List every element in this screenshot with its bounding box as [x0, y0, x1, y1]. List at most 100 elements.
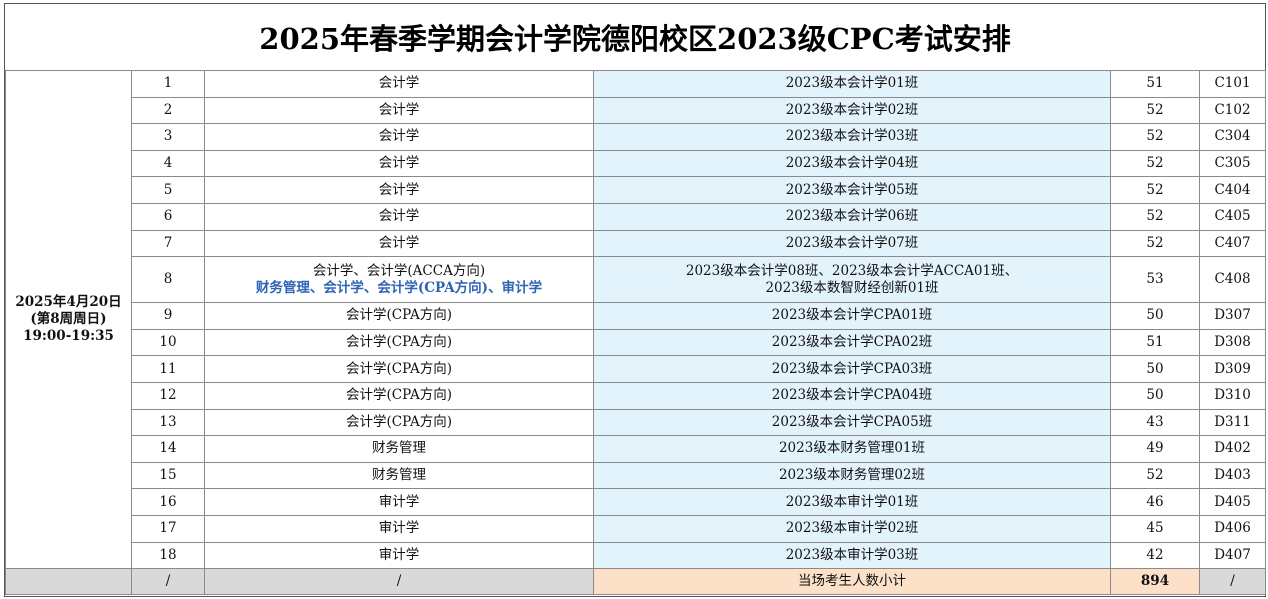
major-cell: 会计学	[204, 176, 594, 204]
major-cell: 会计学	[204, 229, 594, 258]
table-row: 2 会计学 2023级本会计学02班 52 C102	[6, 96, 1266, 125]
class-name-line: 2023级本数智财经创新01班	[765, 279, 939, 296]
exam-date: 2025年4月20日	[15, 294, 122, 311]
room-cell: D407	[1199, 541, 1266, 570]
student-count-cell: 50	[1110, 355, 1200, 383]
class-name-cell: 2023级本会计学08班、2023级本会计学ACCA01班、 2023级本数智财经…	[593, 256, 1111, 304]
class-name-cell: 2023级本财务管理01班	[593, 435, 1111, 463]
major-cell: 审计学	[204, 488, 594, 516]
row-number-cell: 17	[131, 514, 205, 543]
row-number-cell: 13	[131, 408, 205, 437]
class-name-cell: 2023级本会计学CPA03班	[593, 355, 1111, 383]
room-cell: C305	[1199, 149, 1266, 178]
student-count-cell: 49	[1110, 435, 1200, 463]
class-name-cell: 2023级本会计学CPA05班	[593, 408, 1111, 437]
room-cell: D310	[1199, 381, 1266, 410]
major-line: 会计学、会计学(ACCA方向)	[312, 262, 486, 279]
room-cell: D308	[1199, 328, 1266, 357]
student-count-cell: 52	[1110, 202, 1200, 231]
class-name-cell: 2023级本审计学02班	[593, 514, 1111, 543]
row-number-cell: 14	[131, 435, 205, 463]
table-row: 17 审计学 2023级本审计学02班 45 D406	[6, 514, 1266, 543]
exam-time: 19:00-19:35	[23, 328, 114, 345]
student-count-cell: 43	[1110, 408, 1200, 437]
class-name-line: 2023级本会计学08班、2023级本会计学ACCA01班、	[685, 262, 1019, 279]
table-row: 18 审计学 2023级本审计学03班 42 D407	[6, 541, 1266, 570]
student-count-cell: 52	[1110, 461, 1200, 490]
room-cell: C407	[1199, 229, 1266, 258]
room-cell: D307	[1199, 302, 1266, 330]
total-no-cell: /	[131, 568, 205, 596]
table-row: 2025年4月20日 (第8周周日) 19:00-19:35 1 会计学 2023级…	[5, 69, 1266, 570]
table-row: 7 会计学 2023级本会计学07班 52 C407	[6, 229, 1266, 258]
class-name-cell: 2023级本会计学CPA02班	[593, 328, 1111, 357]
row-number-cell: 18	[131, 541, 205, 570]
major-line-highlight: 财务管理、会计学、会计学(CPA方向)、审计学	[255, 279, 543, 296]
table-row: 6 会计学 2023级本会计学06班 52 C405	[6, 202, 1266, 231]
major-cell: 会计学(CPA方向)	[204, 381, 594, 410]
room-cell: D405	[1199, 488, 1266, 516]
class-name-cell: 2023级本会计学01班	[593, 70, 1111, 98]
total-empty-cell	[5, 568, 132, 596]
class-name-cell: 2023级本会计学04班	[593, 149, 1111, 178]
student-count-cell: 50	[1110, 381, 1200, 410]
table-row: 15 财务管理 2023级本财务管理02班 52 D403	[6, 461, 1266, 490]
room-cell: C404	[1199, 176, 1266, 204]
room-cell: C304	[1199, 123, 1266, 151]
student-count-cell: 52	[1110, 123, 1200, 151]
sheet-title: 2025年春季学期会计学院德阳校区2023级CPC考试安排	[5, 4, 1265, 71]
student-count-cell: 45	[1110, 514, 1200, 543]
major-cell: 财务管理	[204, 461, 594, 490]
row-number-cell: 12	[131, 381, 205, 410]
row-number-cell: 15	[131, 461, 205, 490]
major-cell: 会计学(CPA方向)	[204, 328, 594, 357]
table-row: 16 审计学 2023级本审计学01班 46 D405	[6, 488, 1266, 516]
total-row: / / 当场考生人数小计 894/	[5, 568, 1266, 596]
student-count-cell: 51	[1110, 70, 1200, 98]
major-cell: 会计学(CPA方向)	[204, 355, 594, 383]
class-name-cell: 2023级本会计学03班	[593, 123, 1111, 151]
total-label-cell: 当场考生人数小计	[593, 568, 1111, 596]
major-cell: 审计学	[204, 541, 594, 570]
class-name-cell: 2023级本会计学05班	[593, 176, 1111, 204]
room-cell: C102	[1199, 96, 1266, 125]
student-count-cell: 52	[1110, 96, 1200, 125]
student-count-cell: 46	[1110, 488, 1200, 516]
major-cell: 财务管理	[204, 435, 594, 463]
student-count-cell: 52	[1110, 149, 1200, 178]
table-row: 10 会计学(CPA方向) 2023级本会计学CPA02班 51 D308	[6, 328, 1266, 357]
major-cell: 会计学	[204, 123, 594, 151]
table-row: 12 会计学(CPA方向) 2023级本会计学CPA04班 50 D310	[6, 381, 1266, 410]
student-count-cell: 52	[1110, 229, 1200, 258]
class-name-cell: 2023级本财务管理02班	[593, 461, 1111, 490]
table-row: 14 财务管理 2023级本财务管理01班 49 D402	[6, 435, 1266, 463]
table-row: 9 会计学(CPA方向) 2023级本会计学CPA01班 50 D307	[6, 302, 1266, 330]
class-name-cell: 2023级本会计学CPA01班	[593, 302, 1111, 330]
row-number-cell: 10	[131, 328, 205, 357]
class-name-cell: 2023级本会计学CPA04班	[593, 381, 1111, 410]
row-number-cell: 8	[131, 256, 205, 304]
major-cell: 审计学	[204, 514, 594, 543]
row-number-cell: 7	[131, 229, 205, 258]
class-name-cell: 2023级本审计学01班	[593, 488, 1111, 516]
table-body: 2025年4月20日 (第8周周日) 19:00-19:35 1 会计学 2023级…	[5, 69, 1266, 596]
major-cell: 会计学	[204, 70, 594, 98]
student-count-cell: 53	[1110, 256, 1200, 304]
table-row: 4 会计学 2023级本会计学04班 52 C305	[6, 149, 1266, 178]
room-cell: D311	[1199, 408, 1266, 437]
total-major-cell: /	[204, 568, 594, 596]
class-name-cell: 2023级本审计学03班	[593, 541, 1111, 570]
row-number-cell: 9	[131, 302, 205, 330]
table-row: 3 会计学 2023级本会计学03班 52 C304	[6, 123, 1266, 151]
major-cell: 会计学(CPA方向)	[204, 408, 594, 437]
major-cell: 会计学	[204, 96, 594, 125]
major-cell: 会计学	[204, 149, 594, 178]
class-name-cell: 2023级本会计学06班	[593, 202, 1111, 231]
room-cell: D309	[1199, 355, 1266, 383]
student-count-cell: 52	[1110, 176, 1200, 204]
total-value-cell: 894	[1110, 568, 1200, 596]
major-cell: 会计学(CPA方向)	[204, 302, 594, 330]
major-cell: 会计学	[204, 202, 594, 231]
table-row: 5 会计学 2023级本会计学05班 52 C404	[6, 176, 1266, 204]
exam-schedule-sheet: 2025年春季学期会计学院德阳校区2023级CPC考试安排 2025年4月20日…	[4, 3, 1266, 597]
